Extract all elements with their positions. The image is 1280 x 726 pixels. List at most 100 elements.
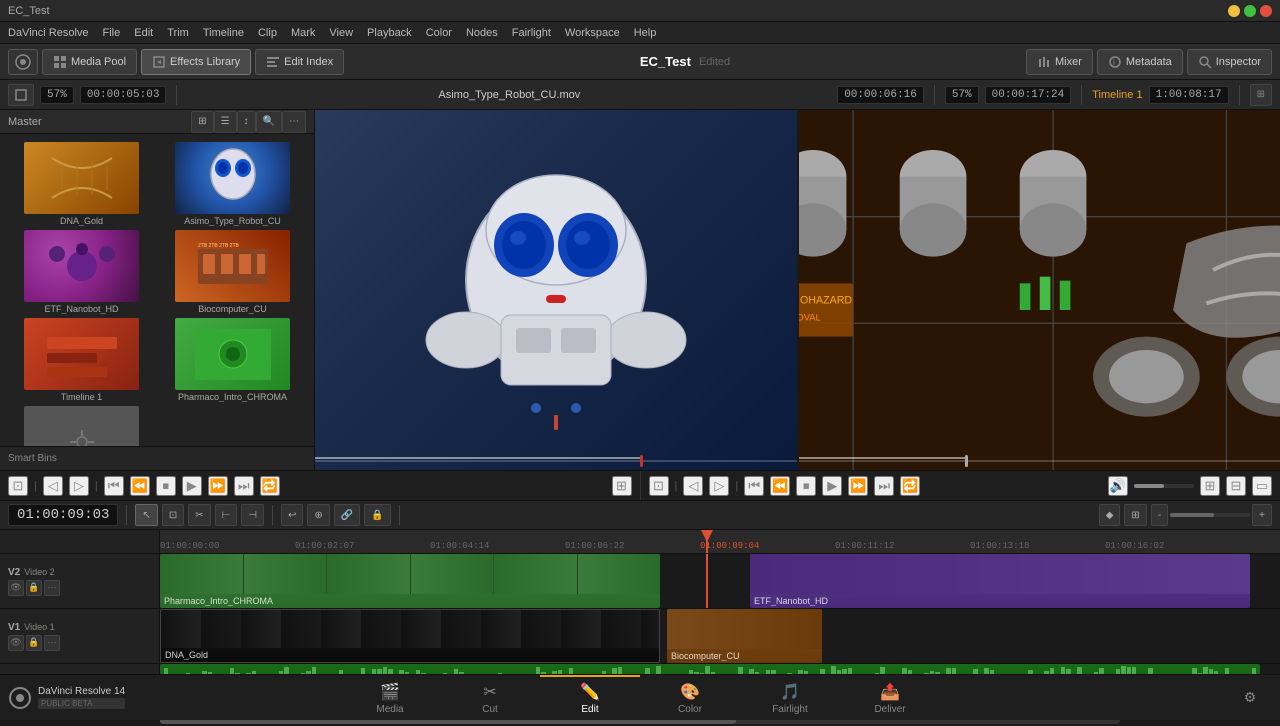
list-view-button[interactable]: ⊞	[191, 111, 213, 133]
logo-button[interactable]	[8, 49, 38, 75]
timeline-fullscreen-button[interactable]: ⊞	[1200, 476, 1220, 496]
trim-mode-button[interactable]: ⊢	[215, 504, 238, 526]
menu-edit[interactable]: Edit	[134, 27, 153, 39]
timeline-next-button[interactable]: ▷	[709, 476, 729, 496]
arrow-select-tool[interactable]: ↖	[135, 504, 157, 526]
effects-library-button[interactable]: Effects Library	[141, 49, 251, 75]
source-play-button[interactable]: ▶	[182, 476, 202, 496]
menu-davinci[interactable]: DaVinci Resolve	[8, 27, 89, 39]
nav-color[interactable]: 🎨 Color	[640, 675, 740, 721]
menu-view[interactable]: View	[329, 27, 353, 39]
timeline-step-forward-button[interactable]: ⏩	[848, 476, 868, 496]
timeline-skip-back-button[interactable]: ⏮	[744, 476, 764, 496]
v1-eye-button[interactable]: 👁	[8, 635, 24, 651]
undo-button[interactable]: ↩	[281, 504, 303, 526]
timeline-pip-button[interactable]: ⊟	[1226, 476, 1246, 496]
selection-mode-button[interactable]: ⊡	[162, 504, 184, 526]
source-skip-forward-button[interactable]: ⏭	[234, 476, 254, 496]
media-item-bio[interactable]: 2TB 2TB 2TB 2TB Biocomputer_CU	[159, 230, 306, 314]
edit-mode-button[interactable]: ✂	[188, 504, 210, 526]
menu-nodes[interactable]: Nodes	[466, 27, 498, 39]
edit-index-button[interactable]: Edit Index	[255, 49, 344, 75]
timeline-step-back-button[interactable]: ⏪	[770, 476, 790, 496]
menu-timeline[interactable]: Timeline	[203, 27, 244, 39]
source-loop-button[interactable]: 🔁	[260, 476, 280, 496]
nav-fairlight[interactable]: 🎵 Fairlight	[740, 675, 840, 721]
expand-button[interactable]: ⊞	[1250, 84, 1272, 106]
source-skip-back-button[interactable]: ⏮	[104, 476, 124, 496]
menu-clip[interactable]: Clip	[258, 27, 277, 39]
current-time-display[interactable]: 01:00:09:03	[8, 504, 118, 526]
minimize-button[interactable]	[1228, 5, 1240, 17]
menu-file[interactable]: File	[103, 27, 121, 39]
blade-tool[interactable]: ⊣	[241, 504, 264, 526]
clip-pharmaco-v2[interactable]: Pharmaco_Intro_CHROMA	[160, 554, 660, 608]
v1-lock-button[interactable]: 🔒	[26, 635, 42, 651]
marker-button[interactable]: ◆	[1099, 504, 1121, 526]
sort-button[interactable]: ↕	[237, 111, 256, 133]
lock-clips-button[interactable]: 🔒	[364, 504, 390, 526]
media-item-robot[interactable]: Asimo_Type_Robot_CU	[159, 142, 306, 226]
source-step-back-button[interactable]: ⏪	[130, 476, 150, 496]
timeline-loop-button[interactable]: 🔁	[900, 476, 920, 496]
timeline-name-display[interactable]: Timeline 1	[1092, 89, 1142, 101]
source-progress-bar[interactable]	[315, 460, 797, 462]
menu-playback[interactable]: Playback	[367, 27, 412, 39]
more-options-button[interactable]: ⋯	[282, 111, 306, 133]
source-step-forward-button[interactable]: ⏩	[208, 476, 228, 496]
source-stop-button[interactable]: ⏹	[156, 476, 176, 496]
zoom-slider[interactable]	[1170, 513, 1250, 517]
v2-eye-button[interactable]: 👁	[8, 580, 24, 596]
zoom-fit-button[interactable]: ⊕	[307, 504, 329, 526]
menu-trim[interactable]: Trim	[167, 27, 189, 39]
timeline-progress-bar[interactable]	[799, 460, 1280, 462]
menu-color[interactable]: Color	[426, 27, 452, 39]
snap-button[interactable]: ⊞	[1124, 504, 1146, 526]
volume-button[interactable]: 🔊	[1108, 476, 1128, 496]
media-item-timeline[interactable]: Timeline 1	[8, 318, 155, 402]
mixer-button[interactable]: Mixer	[1026, 49, 1093, 75]
media-item-lcd[interactable]: LCD_Panel_Intro	[8, 406, 155, 446]
nav-edit[interactable]: ✏️ Edit	[540, 675, 640, 721]
media-item-pharmaco[interactable]: Pharmaco_Intro_CHROMA	[159, 318, 306, 402]
timeline-view-button[interactable]: ⊡	[649, 476, 669, 496]
timeline-cinema-button[interactable]: ▭	[1252, 476, 1272, 496]
viewer-mode-button[interactable]	[8, 84, 34, 106]
media-pool-button[interactable]: Media Pool	[42, 49, 137, 75]
source-fullscreen-button[interactable]: ⊞	[612, 476, 632, 496]
source-mark-in-button[interactable]: ▷	[69, 476, 89, 496]
metadata-button[interactable]: i Metadata	[1097, 49, 1183, 75]
clip-bio-v1[interactable]: Biocomputer_CU	[667, 609, 822, 663]
maximize-button[interactable]	[1244, 5, 1256, 17]
nav-cut[interactable]: ✂ Cut	[440, 675, 540, 721]
close-button[interactable]	[1260, 5, 1272, 17]
source-zoom[interactable]: 57%	[40, 86, 74, 104]
zoom-out-button[interactable]: -	[1151, 504, 1168, 526]
source-view-button[interactable]: ⊡	[8, 476, 28, 496]
menu-help[interactable]: Help	[634, 27, 657, 39]
source-prev-frame-button[interactable]: ◁	[43, 476, 63, 496]
nav-deliver[interactable]: 📤 Deliver	[840, 675, 940, 721]
grid-view-button[interactable]: ☰	[214, 111, 237, 133]
link-clips-button[interactable]: 🔗	[334, 504, 360, 526]
timeline-skip-forward-button[interactable]: ⏭	[874, 476, 894, 496]
clip-etf-v2[interactable]: ETF_Nanobot_HD	[750, 554, 1250, 608]
menu-mark[interactable]: Mark	[291, 27, 315, 39]
inspector-button[interactable]: Inspector	[1187, 49, 1272, 75]
v1-more-button[interactable]: ⋯	[44, 635, 60, 651]
timeline-stop-button[interactable]: ⏹	[796, 476, 816, 496]
v2-lock-button[interactable]: 🔒	[26, 580, 42, 596]
menu-fairlight[interactable]: Fairlight	[512, 27, 551, 39]
timeline-zoom[interactable]: 57%	[945, 86, 979, 104]
nav-media[interactable]: 🎬 Media	[340, 675, 440, 721]
v2-more-button[interactable]: ⋯	[44, 580, 60, 596]
settings-button[interactable]: ⚙	[1238, 687, 1263, 709]
menu-workspace[interactable]: Workspace	[565, 27, 620, 39]
timeline-play-button[interactable]: ▶	[822, 476, 842, 496]
zoom-in-button[interactable]: +	[1252, 504, 1272, 526]
search-button[interactable]: 🔍	[256, 111, 282, 133]
volume-slider[interactable]	[1134, 484, 1194, 488]
media-item-etf[interactable]: ETF_Nanobot_HD	[8, 230, 155, 314]
smart-bins[interactable]: Smart Bins	[0, 446, 314, 470]
media-item-dna-gold[interactable]: DNA_Gold	[8, 142, 155, 226]
